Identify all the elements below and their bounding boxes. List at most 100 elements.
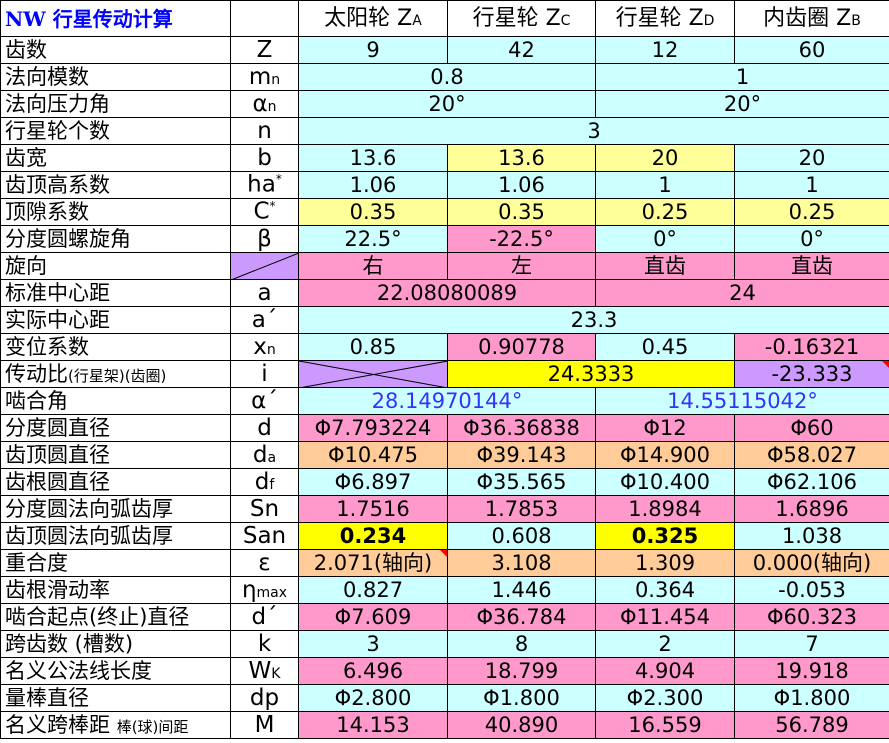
cell-sun[interactable]: 14.153 [298,711,448,739]
cell-sun[interactable]: 13.6 [298,144,448,172]
col-header-ring[interactable]: 内齿圈 ZB [734,0,889,37]
cell-planet-c[interactable]: 1.446 [447,576,596,604]
cell-ring[interactable]: 19.918 [734,657,889,685]
cell-stage1[interactable]: 28.14970144° [298,387,596,415]
row-label[interactable]: 齿根滑动率 [0,576,231,604]
row-symbol[interactable]: k [230,630,299,658]
cell-stage2[interactable]: 1 [595,63,889,91]
cell-ring[interactable]: 0° [734,225,889,253]
header-blank-cell[interactable] [230,0,299,37]
row-symbol[interactable]: dp [230,684,299,712]
row-label[interactable]: 分度圆螺旋角 [0,225,231,253]
row-label[interactable]: 法向压力角 [0,90,231,118]
sheet-title[interactable]: NW 行星传动计算 [0,0,231,37]
cell-planet-d[interactable]: 0° [595,225,735,253]
row-symbol[interactable]: San [230,522,299,550]
row-label[interactable]: 重合度 [0,549,231,577]
cell-sun[interactable]: Φ7.609 [298,603,448,631]
cell-planet-c[interactable]: Φ39.143 [447,441,596,469]
cell-planet-c[interactable]: Φ36.784 [447,603,596,631]
cell-planet-c[interactable]: 40.890 [447,711,596,739]
row-label[interactable]: 啮合起点(终止)直径 [0,603,231,631]
cell-ring[interactable]: 56.789 [734,711,889,739]
cell-ring-ratio[interactable]: -23.333 [734,360,889,388]
cell-planet-d[interactable]: Φ11.454 [595,603,735,631]
cell-stage1[interactable]: 20° [298,90,596,118]
row-symbol[interactable]: α´ [230,387,299,415]
row-label[interactable]: 变位系数 [0,333,231,361]
row-symbol[interactable]: Z [230,36,299,64]
col-header-planet-d[interactable]: 行星轮 ZD [595,0,735,37]
row-symbol[interactable]: WK [230,657,299,685]
row-label[interactable]: 分度圆法向弧齿厚 [0,495,231,523]
cell-sun[interactable]: 6.496 [298,657,448,685]
cell-planet-d[interactable]: 1.8984 [595,495,735,523]
cell-planet-c[interactable]: 42 [447,36,596,64]
cell-planet-c[interactable]: 0.90778 [447,333,596,361]
cell-stage2[interactable]: 24 [595,279,889,307]
cell-sun-blank[interactable] [298,360,448,388]
cell-ring[interactable]: Φ58.027 [734,441,889,469]
row-symbol[interactable]: xn [230,333,299,361]
cell-sun[interactable]: 0.35 [298,198,448,226]
row-label[interactable]: 名义跨棒距 棒(球)间距 [0,711,231,739]
row-symbol[interactable]: ηmax [230,576,299,604]
cell-ring[interactable]: 0.25 [734,198,889,226]
cell-planet-c[interactable]: 0.35 [447,198,596,226]
row-symbol[interactable]: αn [230,90,299,118]
cell-planet-d[interactable]: 1.309 [595,549,735,577]
cell-planet-d[interactable]: 0.25 [595,198,735,226]
cell-planet-c[interactable]: 左 [447,252,596,280]
row-symbol[interactable]: b [230,144,299,172]
cell-planet-d[interactable]: 16.559 [595,711,735,739]
row-symbol[interactable]: M [230,711,299,739]
cell-ring[interactable]: Φ60 [734,414,889,442]
cell-ring[interactable]: 0.000(轴向) [734,549,889,577]
row-label[interactable]: 齿顶高系数 [0,171,231,199]
cell-planet-c[interactable]: Φ35.565 [447,468,596,496]
cell-planet-c[interactable]: 0.608 [447,522,596,550]
cell-planet-d[interactable]: 4.904 [595,657,735,685]
cell-planet-c[interactable]: 18.799 [447,657,596,685]
cell-stage1[interactable]: 0.8 [298,63,596,91]
cell-sun[interactable]: 3 [298,630,448,658]
row-symbol[interactable]: a´ [230,306,299,334]
cell-planet-d[interactable]: 0.45 [595,333,735,361]
cell-planet-d[interactable]: 20 [595,144,735,172]
cell-planet-c[interactable]: 13.6 [447,144,596,172]
cell-sun[interactable]: Φ10.475 [298,441,448,469]
row-symbol[interactable]: i [230,360,299,388]
cell-ring[interactable]: 直齿 [734,252,889,280]
cell-planet-d[interactable]: 2 [595,630,735,658]
cell-sun[interactable]: 0.85 [298,333,448,361]
row-symbol[interactable]: β [230,225,299,253]
cell-sun[interactable]: Φ7.793224 [298,414,448,442]
cell-planet-d[interactable]: Φ14.900 [595,441,735,469]
row-symbol[interactable]: mn [230,63,299,91]
row-symbol[interactable]: ha* [230,171,299,199]
row-symbol[interactable]: C* [230,198,299,226]
cell-all[interactable]: 23.3 [298,306,889,334]
cell-planet-c[interactable]: 1.7853 [447,495,596,523]
cell-sun[interactable]: Φ6.897 [298,468,448,496]
col-header-sun[interactable]: 太阳轮 ZA [298,0,448,37]
cell-sun[interactable]: 1.7516 [298,495,448,523]
cell-ring[interactable]: 20 [734,144,889,172]
cell-sun[interactable]: 右 [298,252,448,280]
row-label[interactable]: 分度圆直径 [0,414,231,442]
row-label[interactable]: 齿顶圆法向弧齿厚 [0,522,231,550]
row-label[interactable]: 旋向 [0,252,231,280]
row-label[interactable]: 齿宽 [0,144,231,172]
cell-planet-d[interactable]: 0.364 [595,576,735,604]
cell-sun[interactable]: 1.06 [298,171,448,199]
row-label[interactable]: 跨齿数 (槽数) [0,630,231,658]
cell-sun[interactable]: 2.071(轴向) [298,549,448,577]
cell-planet-c[interactable]: Φ1.800 [447,684,596,712]
cell-planet-c[interactable]: -22.5° [447,225,596,253]
cell-planet-d[interactable]: 0.325 [595,522,735,550]
row-label[interactable]: 名义公法线长度 [0,657,231,685]
cell-all[interactable]: 3 [298,117,889,145]
cell-ring[interactable]: 7 [734,630,889,658]
row-symbol[interactable]: n [230,117,299,145]
row-label[interactable]: 标准中心距 [0,279,231,307]
